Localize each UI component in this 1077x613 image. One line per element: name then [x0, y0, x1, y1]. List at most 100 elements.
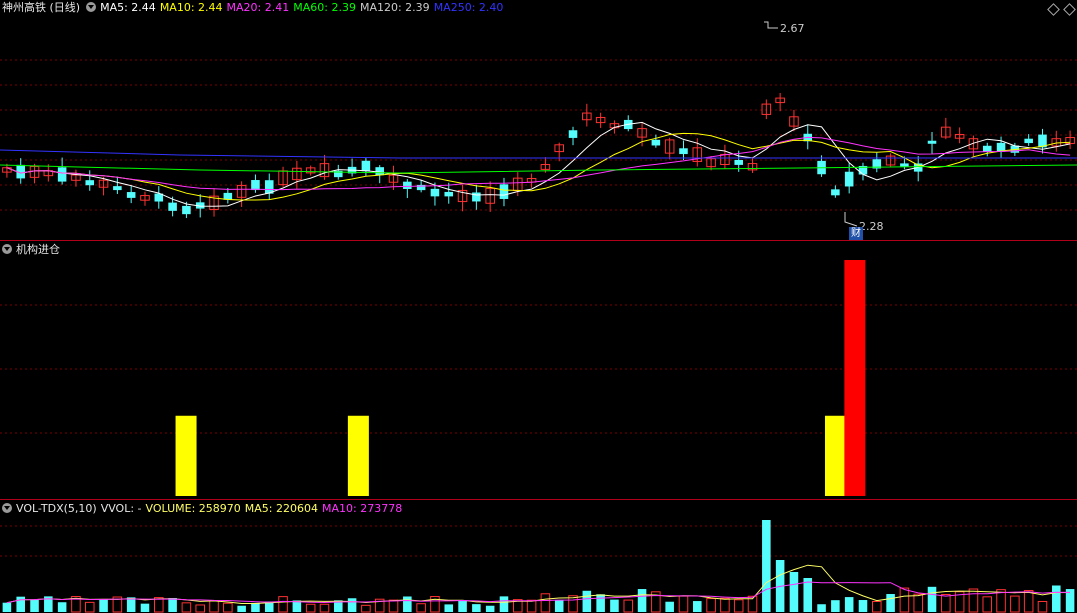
volume-bar	[803, 578, 813, 612]
volume-chart[interactable]	[0, 500, 1077, 613]
volume-bar	[30, 599, 39, 612]
candle-body	[844, 171, 854, 187]
volume-bar	[2, 602, 12, 612]
volume-bar	[305, 603, 316, 613]
volume-panel[interactable]: VOL-TDX(5,10) VVOL: - VOLUME: 258970 MA5: 2…	[0, 500, 1077, 613]
volume-bar	[126, 597, 136, 612]
kline-chart[interactable]	[0, 0, 1077, 240]
candle-body	[651, 139, 661, 146]
candle-body	[430, 188, 440, 197]
volume-bar	[444, 604, 454, 612]
high-price-pointer	[764, 21, 778, 29]
ma20-line	[6, 136, 1071, 191]
volume-bar	[99, 599, 108, 612]
indicator-bar-1	[347, 415, 369, 496]
volume-bar	[596, 594, 605, 612]
candle-body	[472, 192, 481, 202]
candle-body	[444, 191, 454, 197]
candle-body	[679, 148, 688, 155]
volume-bar	[388, 599, 399, 613]
volume-bar	[831, 600, 840, 612]
volume-bar	[941, 594, 951, 613]
low-price-pointer	[844, 212, 858, 227]
volume-bar	[168, 597, 177, 612]
vol-ma10-line	[6, 581, 1071, 604]
event-badge[interactable]: 财	[849, 227, 863, 240]
indicator-bar-0	[175, 415, 197, 496]
volume-bar	[913, 593, 923, 613]
volume-bar	[665, 601, 674, 612]
candle-body	[126, 192, 136, 198]
volume-bar	[140, 603, 150, 612]
volume-bar	[57, 602, 67, 612]
volume-bar	[982, 596, 993, 613]
volume-bar	[858, 600, 868, 612]
volume-bar	[347, 598, 357, 612]
volume-bar	[181, 602, 192, 613]
candle-body	[113, 186, 122, 191]
kline-panel[interactable]: 神州高铁 (日线) MA5: 2.44 MA10: 2.44 MA20: 2.41 MA…	[0, 0, 1077, 240]
volume-bar	[223, 602, 233, 613]
volume-bar	[251, 602, 260, 612]
candle-body	[1024, 138, 1033, 144]
volume-bar	[237, 605, 246, 612]
candle-body	[251, 180, 260, 191]
volume-bar	[899, 587, 910, 613]
candle-body	[182, 205, 191, 215]
volume-bar	[733, 599, 744, 613]
volume-bar	[540, 593, 551, 613]
volume-bar	[485, 605, 495, 612]
volume-bar	[678, 595, 689, 613]
volume-bar	[789, 572, 799, 612]
volume-bar	[84, 601, 95, 613]
volume-bar	[458, 600, 467, 612]
indicator-bar-3	[844, 260, 866, 496]
candle-body	[734, 159, 743, 165]
volume-bar	[195, 604, 205, 613]
volume-bar	[844, 597, 854, 612]
volume-bar	[637, 589, 647, 612]
candle-body	[375, 167, 384, 176]
candle-body	[831, 189, 840, 196]
volume-bar	[472, 604, 481, 612]
high-price-label: 2.67	[780, 22, 805, 35]
candle-body	[85, 180, 95, 186]
candle-body	[927, 140, 937, 144]
volume-bar	[872, 600, 882, 613]
volume-bar	[209, 600, 219, 613]
candle-body	[982, 145, 992, 152]
candle-body	[568, 130, 578, 138]
volume-bar	[416, 603, 426, 613]
volume-bar	[499, 596, 509, 612]
volume-bar	[403, 596, 412, 612]
volume-bar	[1052, 585, 1061, 612]
volume-bar	[1037, 600, 1048, 613]
indicator-panel[interactable]: 机构进仓	[0, 241, 1077, 499]
volume-bar	[886, 594, 895, 612]
candle-body	[499, 184, 509, 199]
candle-body	[57, 167, 67, 182]
volume-bar	[319, 603, 330, 613]
volume-bar	[154, 597, 164, 613]
volume-bar	[720, 597, 730, 613]
volume-bar	[610, 599, 619, 612]
volume-bar	[927, 586, 937, 612]
volume-bar	[623, 599, 634, 613]
volume-bar	[817, 604, 826, 612]
indicator-bar-2	[824, 415, 846, 496]
volume-bar	[1023, 589, 1034, 613]
indicator-chart[interactable]	[0, 241, 1077, 499]
volume-bar	[693, 601, 702, 612]
volume-bar	[16, 596, 25, 612]
volume-bar	[278, 596, 288, 613]
volume-bar	[706, 598, 716, 613]
candle-body	[168, 202, 177, 211]
vol-ma5-line	[6, 564, 1071, 604]
volume-bar	[582, 590, 592, 612]
volume-bar	[1010, 595, 1020, 613]
candle-body	[900, 163, 909, 167]
volume-bar	[361, 604, 371, 613]
candle-body	[403, 181, 412, 189]
volume-bar	[554, 599, 564, 612]
volume-bar	[526, 599, 537, 613]
